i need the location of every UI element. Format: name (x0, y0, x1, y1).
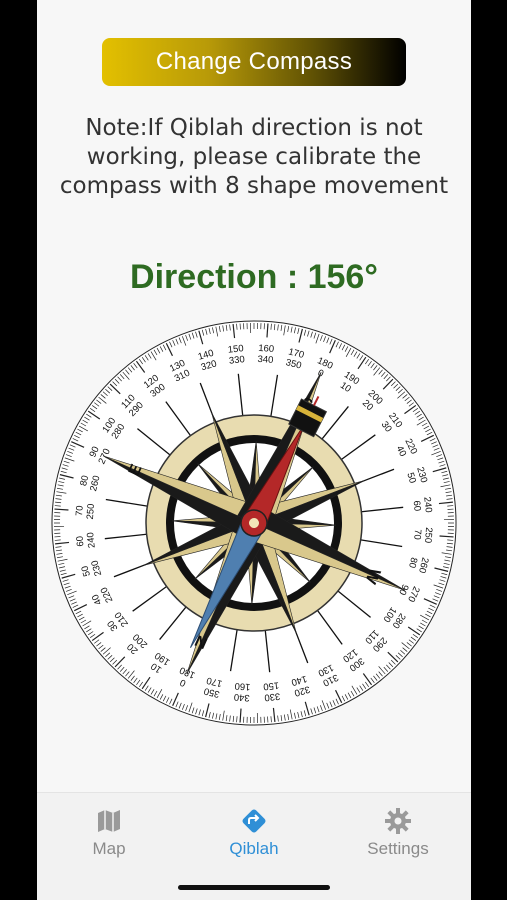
calibration-note: Note:If Qiblah direction is not working,… (59, 115, 449, 199)
compass-dial: 018010190202003021040220502306024070 2508… (51, 320, 457, 726)
dial-degree-label-inner: 60 (411, 500, 423, 512)
dial-degree-label-inner: 340 (257, 354, 274, 366)
dial-degree-label-inner: 160 (234, 680, 251, 692)
dial-degree-label-inner: 250 (85, 503, 97, 520)
direction-readout: Direction : 156° (130, 258, 378, 296)
dial-degree-label-inner: 70 (411, 529, 423, 540)
dial-degree-label-inner: 240 (85, 532, 98, 549)
tab-settings[interactable]: Settings (343, 807, 453, 859)
dial-degree-label-inner: 330 (228, 354, 245, 367)
gear-icon (385, 808, 411, 834)
navigation-arrow-icon (242, 809, 266, 833)
dial-degree-label: 240 (421, 496, 434, 513)
tab-qiblah-label: Qiblah (229, 839, 279, 858)
tab-map[interactable]: Map (54, 807, 164, 859)
change-compass-button[interactable]: Change Compass (102, 38, 406, 86)
tab-qiblah[interactable]: Qiblah (199, 807, 309, 859)
home-indicator (178, 885, 330, 890)
dial-degree-label-inner: 150 (263, 679, 280, 692)
map-icon (98, 810, 120, 832)
tab-map-label: Map (92, 839, 126, 858)
bottom-tab-bar: Map Qiblah Settings (37, 792, 471, 900)
qiblah-screen: Change Compass Note:If Qiblah direction … (37, 0, 471, 900)
dial-degree-label: 70 (74, 505, 86, 516)
tab-settings-label: Settings (367, 839, 429, 858)
